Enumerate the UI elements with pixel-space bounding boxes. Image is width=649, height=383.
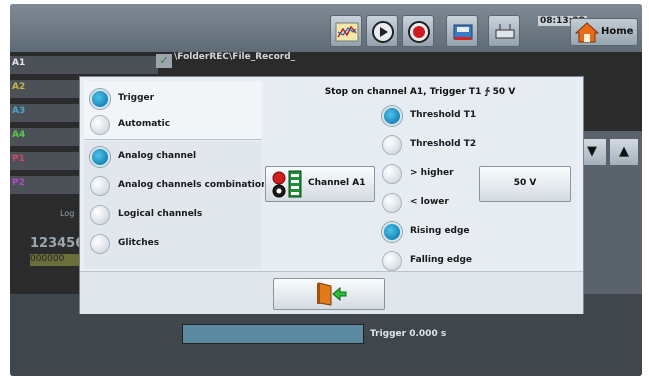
network-icon — [495, 24, 515, 39]
channel-select-button[interactable]: Channel A1 — [265, 166, 375, 202]
exit-button[interactable] — [273, 278, 385, 310]
radio-threshold-t2[interactable] — [382, 135, 402, 155]
radio-threshold-t1[interactable] — [382, 106, 402, 126]
record-button[interactable] — [402, 15, 434, 47]
radio-lower[interactable] — [382, 193, 402, 213]
save-button[interactable] — [446, 15, 478, 47]
option-label: Falling edge — [410, 255, 473, 265]
radio-logical-channels[interactable] — [90, 205, 110, 225]
radio-analog-combination[interactable] — [90, 176, 110, 196]
option-label: Threshold T2 — [410, 139, 477, 149]
option-label: < lower — [410, 197, 449, 207]
option-label: Analog channel — [118, 151, 197, 161]
triangle-down-icon: ▼ — [587, 144, 597, 159]
trigger-time-label: Trigger 0.000 s — [370, 329, 447, 339]
radio-glitches[interactable] — [90, 234, 110, 254]
home-label: Home — [601, 26, 634, 37]
channel-label: P1 — [12, 154, 25, 164]
trigger-timeline[interactable] — [182, 324, 364, 344]
play-button[interactable] — [366, 15, 398, 47]
trigger-mode-group: Trigger Automatic — [84, 81, 262, 140]
stop-condition-title: Stop on channel A1, Trigger T1 ∱ 50 V — [324, 87, 516, 97]
option-label: Logical channels — [118, 209, 203, 219]
chart-icon — [335, 22, 359, 42]
triangle-up-icon: ▲ — [619, 144, 629, 159]
exit-door-icon — [317, 282, 347, 306]
dialog-footer — [80, 271, 583, 314]
channel-label: A4 — [12, 130, 26, 140]
channel-row[interactable]: A1 — [10, 56, 158, 75]
option-label: Threshold T1 — [410, 110, 477, 120]
channel-label: A3 — [12, 106, 26, 116]
record-icon — [408, 21, 430, 43]
log-label: Log — [60, 209, 75, 218]
counter-small: 000000 — [30, 254, 80, 266]
threshold-value-button[interactable]: 50 V — [479, 166, 571, 202]
radio-automatic[interactable] — [90, 115, 110, 135]
option-label: > higher — [410, 168, 454, 178]
source-type-group: Analog channel Analog channels combinati… — [84, 141, 267, 269]
radio-higher[interactable] — [382, 164, 402, 184]
trigger-source-panel: Trigger Automatic Analog channel Analog … — [84, 81, 267, 269]
channel-label: A1 — [12, 58, 26, 68]
option-label: Analog channels combination — [118, 180, 268, 190]
radio-analog-channel[interactable] — [90, 147, 110, 167]
option-label: Glitches — [118, 238, 160, 248]
threshold-value-label: 50 V — [513, 178, 537, 188]
channel-label: A2 — [12, 82, 26, 92]
option-label: Automatic — [118, 119, 171, 129]
counter-value: 123456 — [30, 236, 85, 251]
channel-label: P2 — [12, 178, 25, 188]
trigger-settings-dialog: Trigger Automatic Analog channel Analog … — [79, 76, 584, 314]
play-icon — [372, 21, 394, 43]
record-path: \FolderREC\File_Record_ — [174, 52, 296, 62]
radio-trigger[interactable] — [90, 89, 110, 109]
option-label: Rising edge — [410, 226, 470, 236]
channel-connector-icon — [272, 170, 302, 198]
network-button[interactable] — [488, 15, 520, 47]
top-toolbar: 08:13:38 Home — [10, 4, 642, 52]
channel-button-label: Channel A1 — [308, 178, 366, 188]
home-button[interactable]: Home — [570, 18, 638, 46]
save-icon — [453, 24, 473, 40]
home-icon — [575, 22, 599, 43]
option-label: Trigger — [118, 93, 155, 103]
scroll-up-button[interactable]: ▲ — [610, 139, 638, 165]
radio-falling-edge[interactable] — [382, 251, 402, 271]
radio-rising-edge[interactable] — [382, 222, 402, 242]
chart-view-button[interactable] — [330, 15, 362, 47]
check-icon[interactable]: ✓ — [156, 54, 172, 68]
